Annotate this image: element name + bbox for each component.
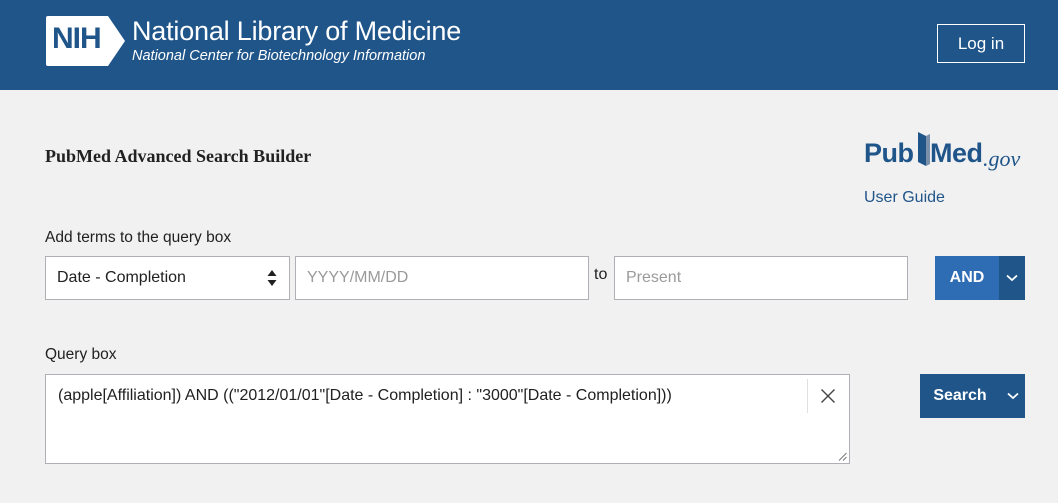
query-box-input[interactable]: (apple[Affiliation]) AND (("2012/01/01"[… — [45, 374, 850, 464]
add-terms-label: Add terms to the query box — [45, 229, 232, 246]
search-button[interactable]: Search — [920, 374, 1000, 418]
user-guide-link[interactable]: User Guide — [864, 189, 945, 207]
operator-dropdown-button[interactable] — [999, 256, 1025, 300]
page-title: PubMed Advanced Search Builder — [45, 146, 312, 166]
field-select-value: Date - Completion — [57, 269, 186, 286]
clear-query-button[interactable] — [807, 379, 847, 413]
nih-logo-mark: NIH — [46, 16, 126, 66]
pubmed-logo-gov: .gov — [983, 146, 1021, 171]
login-button[interactable]: Log in — [937, 24, 1025, 63]
chevron-down-icon — [1006, 274, 1018, 282]
resize-grip-icon[interactable] — [838, 452, 847, 461]
nih-logo[interactable]: NIH National Library of Medicine Nationa… — [46, 16, 461, 66]
pubmed-logo-med: Med — [930, 138, 983, 168]
add-with-and-button[interactable]: AND — [935, 256, 999, 300]
close-icon — [820, 389, 835, 403]
query-box-label: Query box — [45, 346, 117, 363]
to-label: to — [594, 266, 608, 283]
site-header: NIH National Library of Medicine Nationa… — [0, 0, 1058, 90]
pubmed-logo-pub: Pub — [864, 138, 914, 168]
field-select[interactable]: Date - Completion — [45, 256, 290, 300]
date-from-input[interactable] — [295, 256, 589, 300]
chevron-down-icon — [1006, 392, 1019, 400]
nih-logo-text: NIH — [52, 22, 102, 55]
nlm-title: National Library of Medicine — [132, 16, 462, 46]
date-to-input[interactable] — [614, 256, 908, 300]
search-options-dropdown[interactable] — [1000, 374, 1025, 418]
ncbi-subtitle: National Center for Biotechnology Inform… — [132, 48, 426, 64]
sort-arrows-icon — [267, 269, 277, 292]
pubmed-logo[interactable]: Pub Med .gov — [864, 132, 1026, 176]
